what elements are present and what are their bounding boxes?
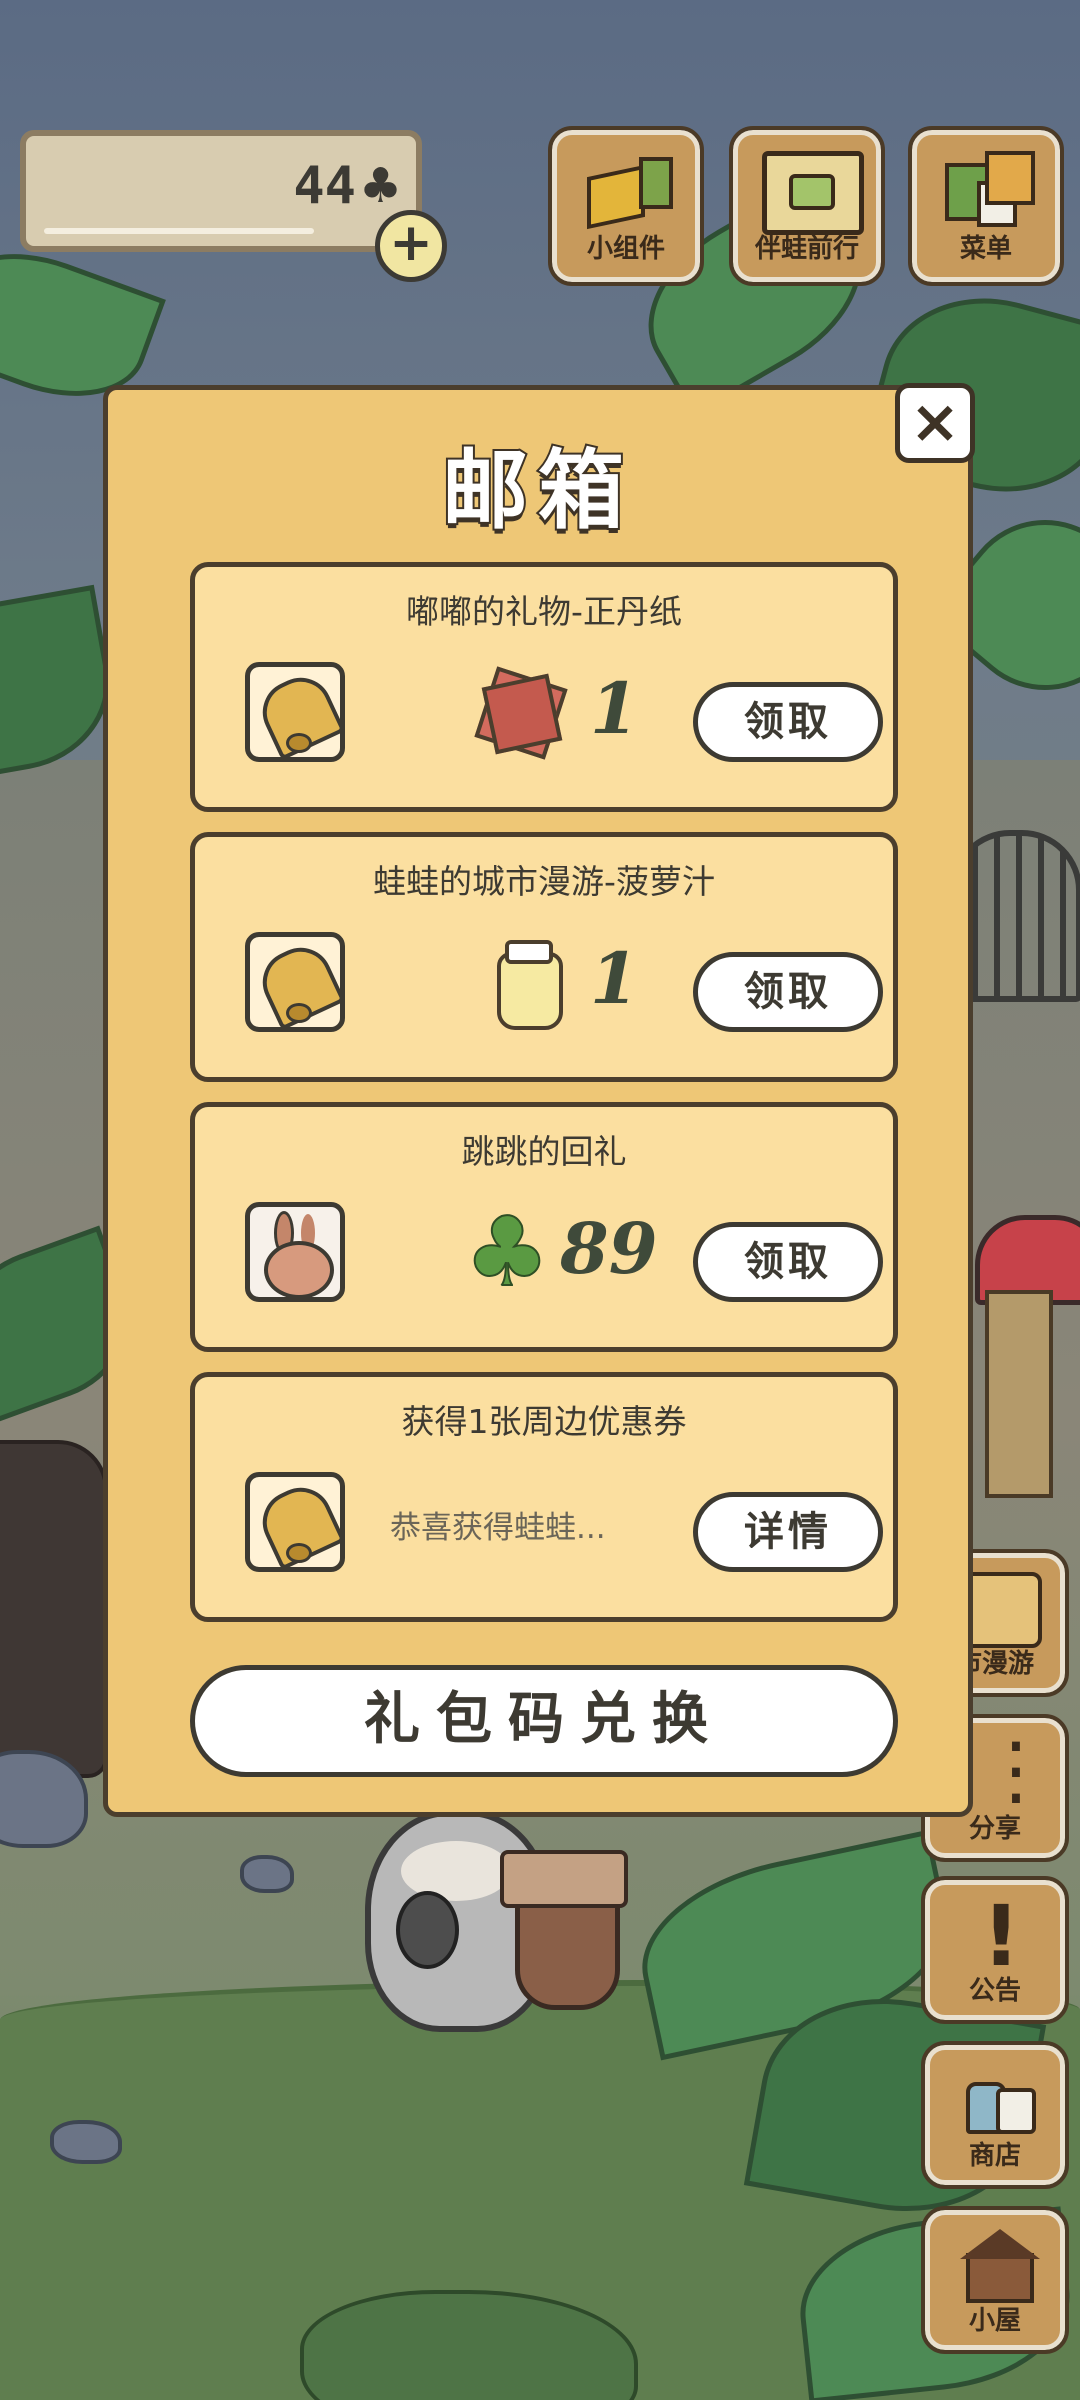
shop-button[interactable]: 商店 (921, 2041, 1069, 2189)
mail-item[interactable]: 嘟嘟的礼物-正丹纸 1 领取 (190, 562, 898, 812)
mail-sender-icon (245, 662, 345, 762)
menu-button-label: 菜单 (959, 234, 1012, 264)
widget-icon (581, 151, 673, 225)
clover-counter: 44 ♣ (20, 130, 422, 252)
claim-button[interactable]: 领取 (693, 682, 883, 762)
mail-sender-icon (245, 1472, 345, 1572)
widget-button-label: 小组件 (586, 234, 665, 264)
reward-amount: 1 (590, 937, 639, 1020)
mail-sender-icon (245, 1202, 345, 1302)
backpack-cloth (500, 1850, 628, 1908)
house-icon (960, 2229, 1040, 2303)
frog-book-icon (762, 151, 864, 235)
mail-item[interactable]: 蛙蛙的城市漫游-菠萝汁 1 领取 (190, 832, 898, 1082)
mail-title: 跳跳的回礼 (461, 1132, 627, 1171)
counter-underline (44, 228, 314, 234)
notice-label: 公告 (968, 1976, 1021, 2006)
house-button[interactable]: 小屋 (921, 2206, 1069, 2354)
dirt-patch (0, 1440, 108, 1778)
mailbox-dialog: 邮箱 嘟嘟的礼物-正丹纸 1 领取 蛙蛙的城市漫游-菠萝汁 1 领取 跳跳的回礼… (103, 385, 973, 1817)
shop-icon (960, 2064, 1036, 2134)
reward-amount: 89 (560, 1207, 658, 1290)
jar-icon (477, 932, 577, 1032)
mail-item[interactable]: 跳跳的回礼 ♣ 89 领取 (190, 1102, 898, 1352)
mailbox-post (985, 1290, 1053, 1498)
close-icon[interactable]: × (895, 383, 975, 463)
widget-button[interactable]: 小组件 (548, 126, 704, 286)
notice-icon (960, 1887, 1034, 1985)
mail-preview: 恭喜获得蛙蛙... (390, 1510, 606, 1546)
clover-count: 44 (293, 156, 356, 216)
clover-icon: ♣ (358, 158, 402, 214)
house-label: 小屋 (968, 2306, 1021, 2336)
claim-button[interactable]: 领取 (693, 952, 883, 1032)
details-button[interactable]: 详情 (693, 1492, 883, 1572)
mail-title: 获得1张周边优惠券 (401, 1402, 687, 1441)
clover-icon: ♣ (463, 1196, 551, 1308)
mail-title: 蛙蛙的城市漫游-菠萝汁 (373, 862, 715, 901)
add-clover-button[interactable]: + (375, 210, 447, 282)
redeem-code-button[interactable]: 礼包码兑换 (190, 1665, 898, 1777)
frog-journey-button-label: 伴蛙前行 (754, 234, 859, 264)
paper-icon (470, 662, 570, 762)
dialog-title: 邮箱 (440, 439, 634, 543)
rock (50, 2120, 122, 2164)
rabbit-icon (258, 1211, 334, 1297)
menu-button[interactable]: 菜单 (908, 126, 1064, 286)
claim-button[interactable]: 领取 (693, 1222, 883, 1302)
backpack (500, 1850, 628, 2010)
notice-button[interactable]: 公告 (921, 1876, 1069, 2024)
mail-sender-icon (245, 932, 345, 1032)
bell-icon (256, 1483, 336, 1563)
menu-icon (941, 151, 1035, 227)
bell-icon (256, 673, 336, 753)
mail-title: 嘟嘟的礼物-正丹纸 (406, 592, 682, 631)
frog-journey-button[interactable]: 伴蛙前行 (729, 126, 885, 286)
reward-amount: 1 (590, 667, 639, 750)
rock (240, 1855, 294, 1893)
mail-item[interactable]: 获得1张周边优惠券 恭喜获得蛙蛙... 详情 (190, 1372, 898, 1622)
bell-icon (256, 943, 336, 1023)
sunflower-seed (396, 1891, 459, 1969)
shop-label: 商店 (968, 2141, 1021, 2171)
